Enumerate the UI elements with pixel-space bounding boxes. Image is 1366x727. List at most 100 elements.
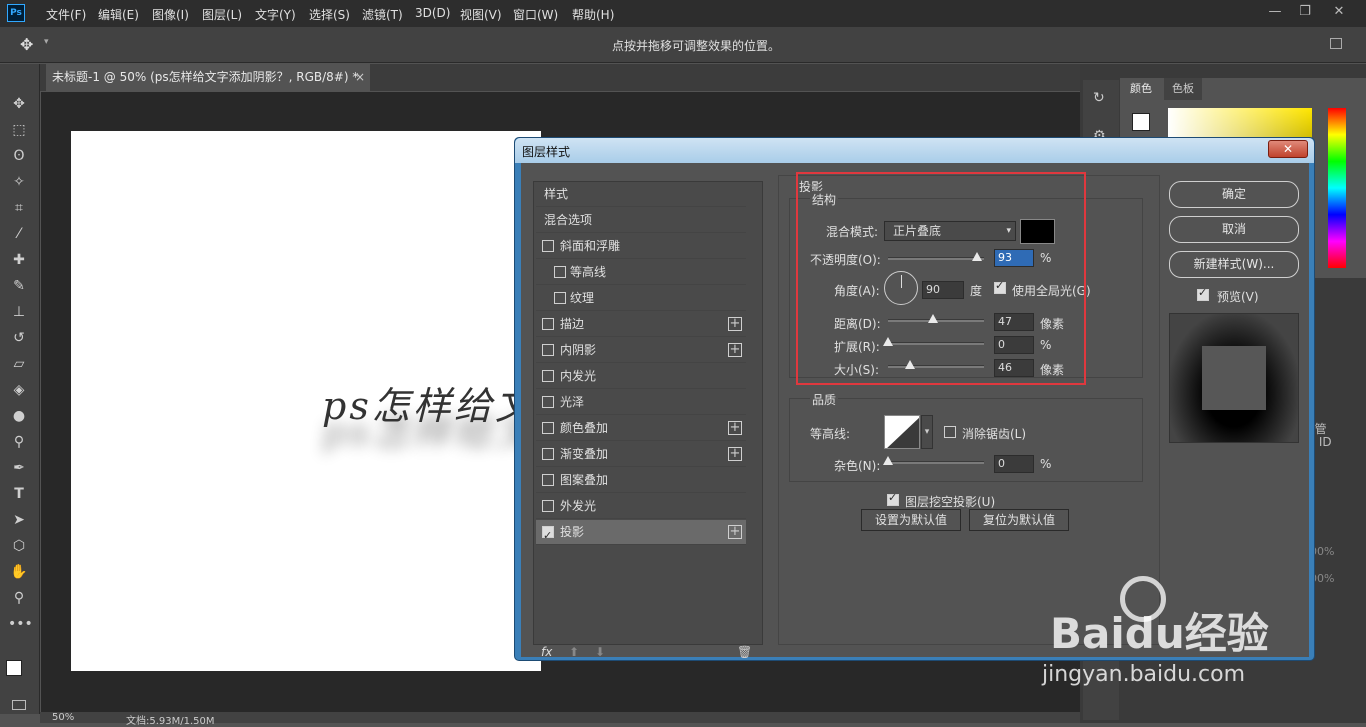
eyedropper-icon[interactable]: ⁄ [8,224,30,244]
history-panel-icon[interactable]: ↻ [1093,90,1105,106]
close-window-icon[interactable]: ✕ [1324,2,1354,22]
style-item-checkbox[interactable] [542,422,554,434]
history-brush-icon[interactable]: ↺ [8,328,30,348]
more-tools-icon[interactable]: ••• [8,614,33,634]
color-fg-swatch[interactable] [1132,113,1150,131]
menu-layer[interactable]: 图层(L) [202,6,242,23]
magic-wand-icon[interactable]: ✧ [8,172,30,192]
menu-3d[interactable]: 3D(D) [415,6,450,20]
style-item-checkbox[interactable] [542,370,554,382]
style-item[interactable]: 混合选项 [536,208,746,233]
path-select-icon[interactable]: ➤ [8,510,30,530]
noise-slider-thumb[interactable] [883,456,893,465]
eraser-icon[interactable]: ▱ [8,354,30,374]
new-style-button[interactable]: 新建样式(W)... [1169,251,1299,278]
style-item-checkbox[interactable] [554,292,566,304]
style-item-checkbox[interactable] [542,474,554,486]
style-item[interactable]: 纹理 [536,286,746,311]
contour-preview[interactable] [884,415,920,449]
hue-slider[interactable] [1328,108,1346,268]
menu-help[interactable]: 帮助(H) [572,6,614,23]
zoom-level[interactable]: 50% [52,712,74,723]
dialog-title-bar[interactable]: 图层样式 ✕ [515,138,1314,163]
trash-icon[interactable]: 🗑 [737,645,752,659]
preview-checkbox[interactable] [1197,286,1209,301]
knockout-checkbox[interactable] [887,491,899,506]
style-item-checkbox[interactable] [542,396,554,408]
minimize-icon[interactable]: — [1260,2,1290,22]
type-tool-icon[interactable]: T [8,484,30,504]
menu-type[interactable]: 文字(Y) [255,6,296,23]
set-default-button[interactable]: 设置为默认值 [861,509,961,531]
add-effect-icon[interactable]: + [728,343,742,357]
ok-button[interactable]: 确定 [1169,181,1299,208]
style-item[interactable]: 渐变叠加 + [536,442,746,467]
style-item-checkbox[interactable] [542,318,554,330]
tab-swatches[interactable]: 色板 [1164,78,1202,100]
style-item[interactable]: 样式 [536,182,746,207]
dialog-close-button[interactable]: ✕ [1268,140,1308,158]
style-item[interactable]: 斜面和浮雕 [536,234,746,259]
style-item-checkbox[interactable] [542,500,554,512]
move-up-icon[interactable]: ⬆ [569,645,579,659]
add-effect-icon[interactable]: + [728,317,742,331]
style-item[interactable]: 颜色叠加 + [536,416,746,441]
healing-icon[interactable]: ✚ [8,250,30,270]
canvas-text-layer: ps怎样给文 [322,384,536,428]
chevron-down-icon[interactable]: ▾ [44,37,49,47]
cancel-button[interactable]: 取消 [1169,216,1299,243]
tab-color[interactable]: 颜色 [1122,78,1160,100]
menu-file[interactable]: 文件(F) [46,6,86,23]
menu-view[interactable]: 视图(V) [460,6,502,23]
style-item-checkbox[interactable] [542,344,554,356]
style-item-label: 纹理 [570,291,595,305]
noise-input[interactable]: 0 [994,455,1034,473]
antialias-checkbox[interactable] [944,426,956,438]
move-icon[interactable]: ✥ [8,94,30,114]
menu-edit[interactable]: 编辑(E) [98,6,139,23]
foreground-color-swatch[interactable] [6,660,22,676]
move-down-icon[interactable]: ⬇ [595,645,605,659]
move-tool-icon[interactable]: ✥ [20,35,33,54]
add-effect-icon[interactable]: + [728,447,742,461]
style-item-checkbox[interactable] [542,448,554,460]
style-item[interactable]: 光泽 [536,390,746,415]
stamp-icon[interactable]: ⊥ [8,302,30,322]
style-item[interactable]: 图案叠加 [536,468,746,493]
zoom-icon[interactable]: ⚲ [8,588,30,608]
style-item[interactable]: 描边 + [536,312,746,337]
add-effect-icon[interactable]: + [728,525,742,539]
reset-default-button[interactable]: 复位为默认值 [969,509,1069,531]
hand-icon[interactable]: ✋ [8,562,30,582]
style-item[interactable]: 等高线 [536,260,746,285]
style-item[interactable]: 内发光 [536,364,746,389]
style-item-checkbox[interactable] [542,240,554,252]
menu-window[interactable]: 窗口(W) [513,6,558,23]
style-item-checkbox[interactable] [542,523,554,548]
style-item-checkbox[interactable] [554,266,566,278]
restore-icon[interactable]: ❐ [1290,2,1320,22]
add-effect-icon[interactable]: + [728,421,742,435]
tab-close-icon[interactable]: × [355,64,365,91]
pen-icon[interactable]: ✒ [8,458,30,478]
document-tab[interactable]: 未标题-1 @ 50% (ps怎样给文字添加阴影？, RGB/8#) * × [46,64,370,91]
style-item[interactable]: 内阴影 + [536,338,746,363]
fx-icon[interactable]: fx [541,645,552,659]
menu-select[interactable]: 选择(S) [309,6,350,23]
style-item[interactable]: 投影 + [536,520,746,548]
contour-dropdown-icon[interactable]: ▾ [921,415,933,449]
quick-mask-icon[interactable] [12,700,26,710]
style-item[interactable]: 外发光 [536,494,746,519]
paint-bucket-icon[interactable]: ◈ [8,380,30,400]
noise-slider[interactable] [883,456,984,465]
menu-image[interactable]: 图像(I) [152,6,189,23]
blur-icon[interactable]: ● [8,406,30,426]
lasso-icon[interactable]: ʘ [8,146,30,166]
dodge-icon[interactable]: ⚲ [8,432,30,452]
menu-filter[interactable]: 滤镜(T) [362,6,403,23]
shape-icon[interactable]: ⬡ [8,536,30,556]
workspace-icon[interactable] [1330,38,1342,49]
brush-icon[interactable]: ✎ [8,276,30,296]
crop-icon[interactable]: ⌗ [8,198,30,218]
marquee-icon[interactable]: ⬚ [8,120,30,140]
